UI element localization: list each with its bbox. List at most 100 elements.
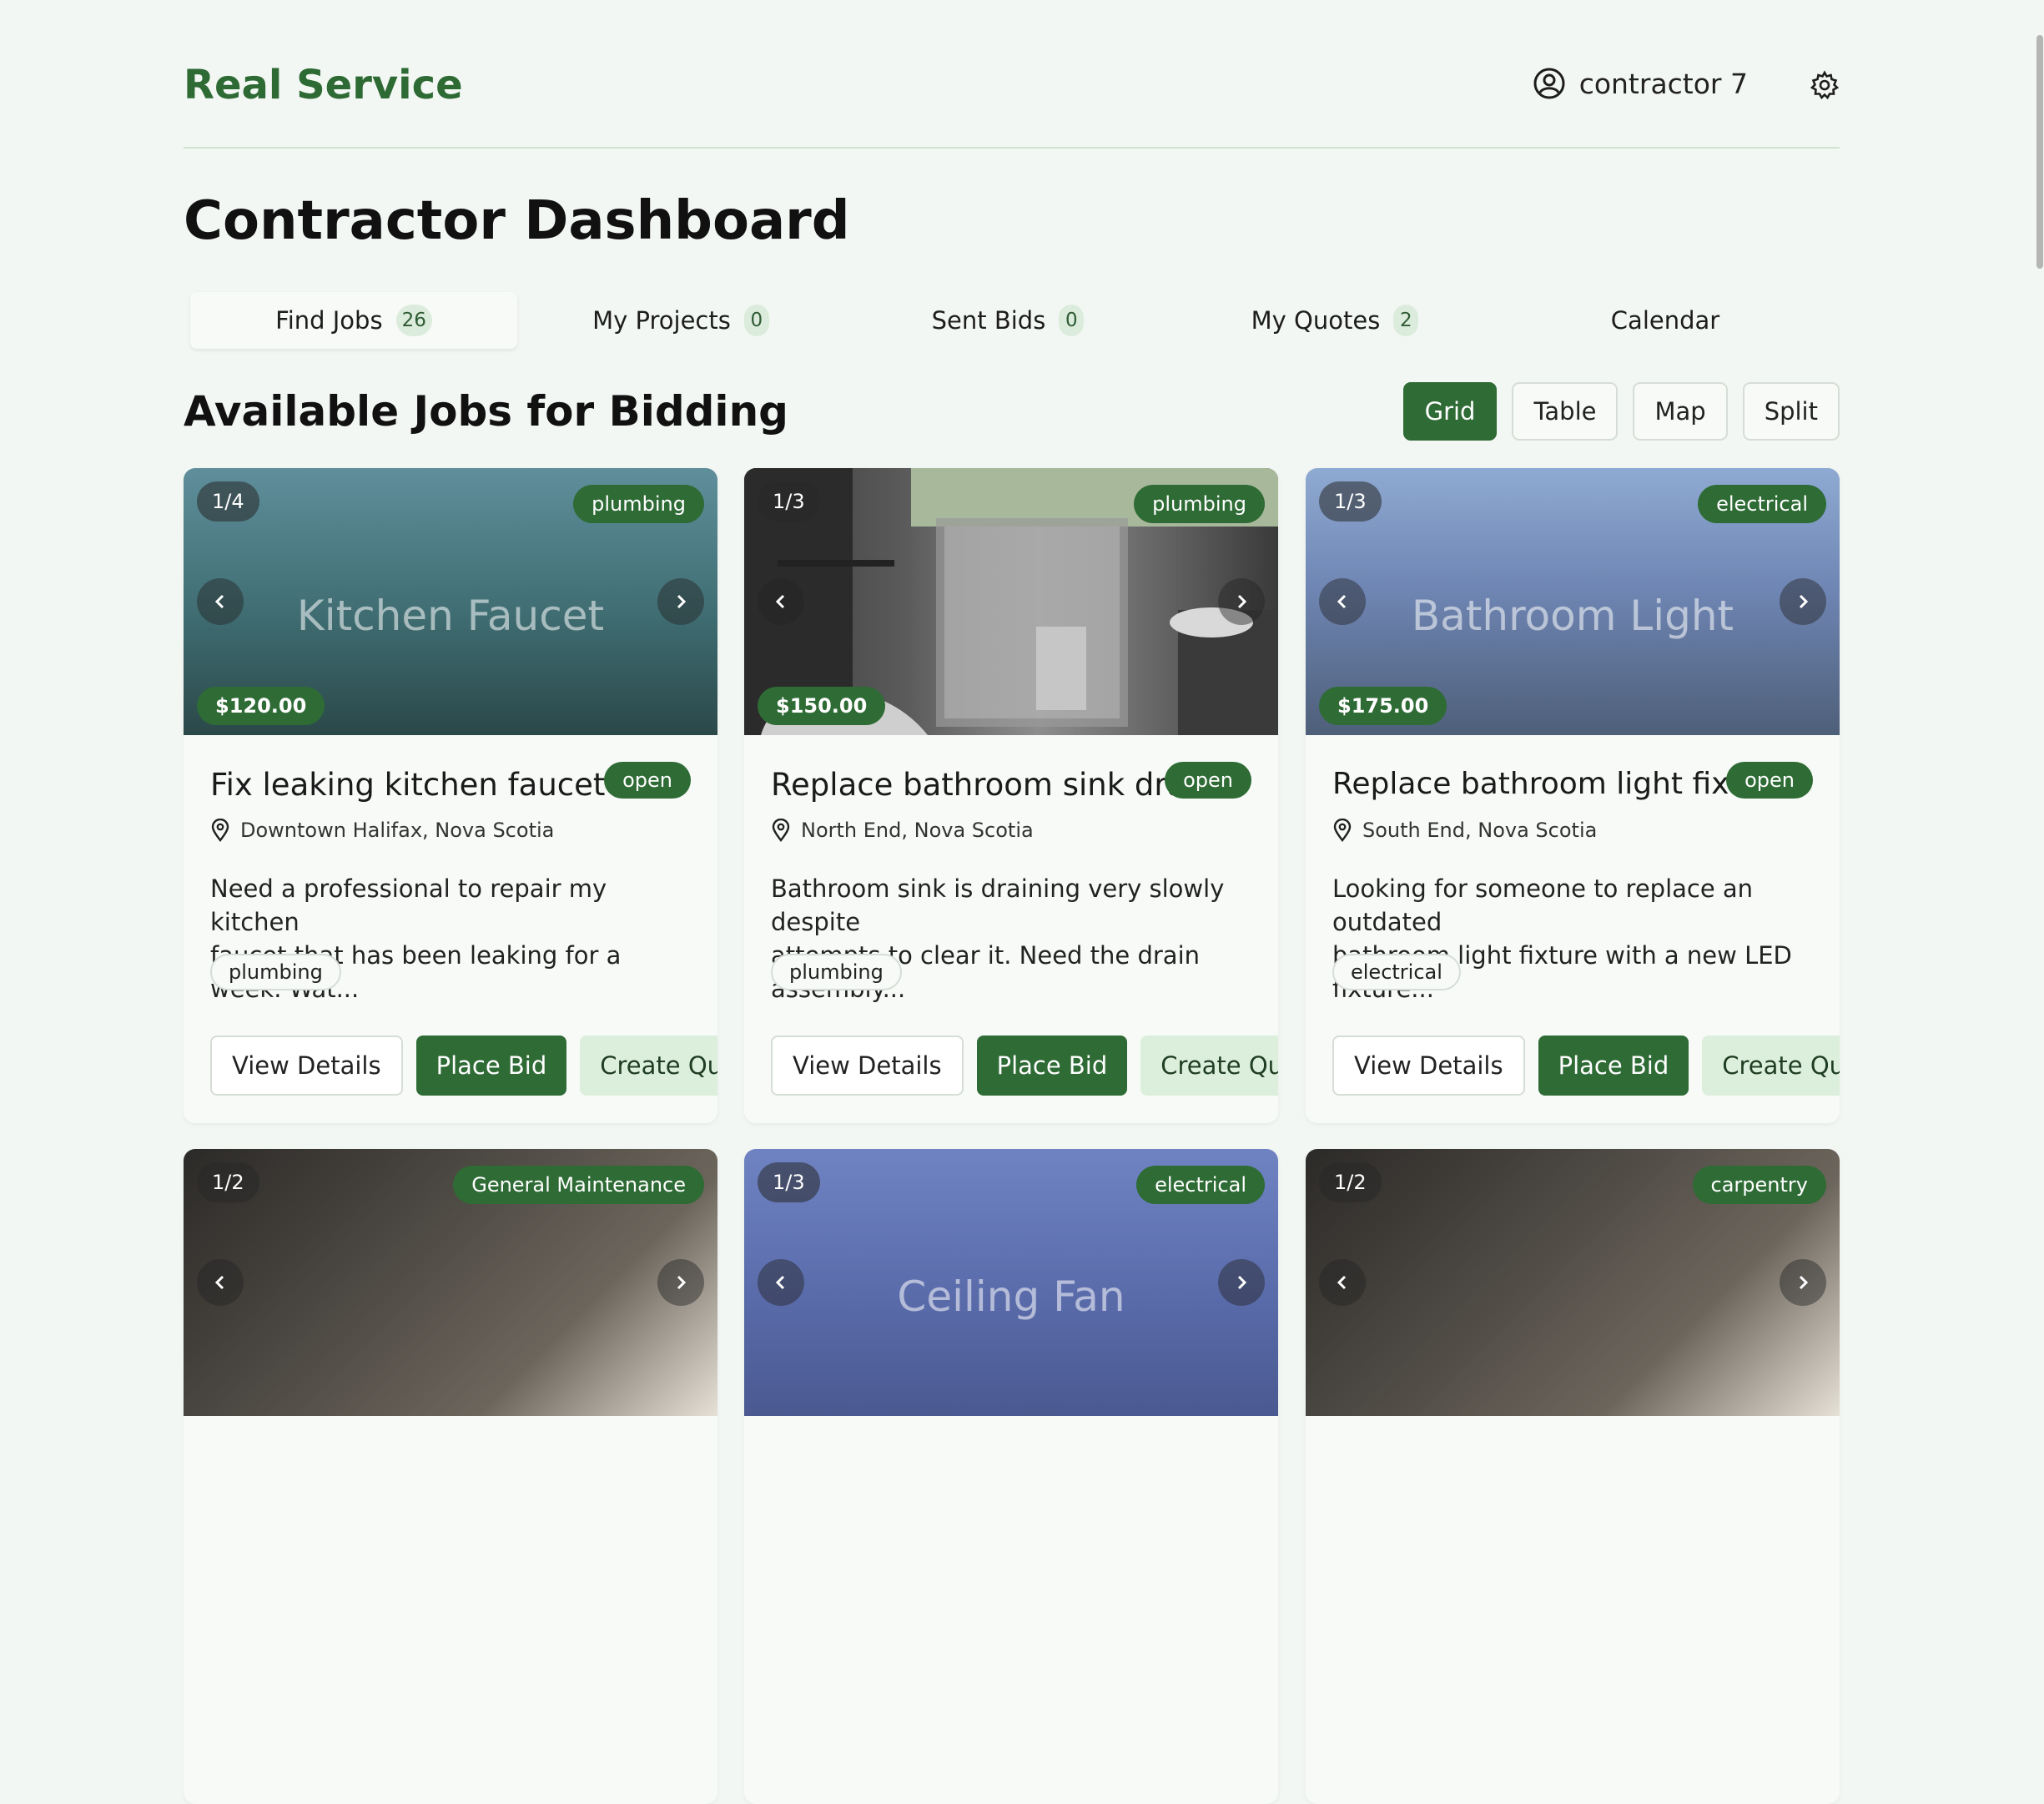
job-location: North End, Nova Scotia: [771, 819, 1034, 842]
prev-image-button[interactable]: [1319, 578, 1366, 625]
next-image-button[interactable]: [1780, 578, 1826, 625]
card-actions: View Details Place Bid Create Quote: [1332, 1036, 1840, 1096]
job-image: Ceiling Fan 1/3 electrical: [744, 1149, 1278, 1416]
gear-icon[interactable]: [1810, 70, 1840, 100]
category-badge: plumbing: [1134, 485, 1265, 523]
location-text: South End, Nova Scotia: [1362, 819, 1598, 842]
chevron-right-icon: [1799, 594, 1809, 609]
create-quote-button[interactable]: Create Quote: [1702, 1036, 1840, 1096]
tab-find-jobs[interactable]: Find Jobs 26: [190, 292, 517, 349]
scrollbar-thumb[interactable]: [2036, 35, 2043, 269]
price-badge: $120.00: [197, 687, 325, 725]
tab-label: Sent Bids: [931, 306, 1046, 335]
view-details-button[interactable]: View Details: [210, 1036, 403, 1096]
tabs: Find Jobs 26 My Projects 0 Sent Bids 0 M…: [184, 292, 1840, 350]
place-bid-button[interactable]: Place Bid: [976, 1036, 1128, 1096]
tab-my-projects[interactable]: My Projects 0: [517, 292, 844, 349]
tab-label: My Quotes: [1251, 306, 1381, 335]
tab-label: My Projects: [592, 306, 731, 335]
create-quote-button[interactable]: Create Quote: [1140, 1036, 1278, 1096]
image-counter: 1/2: [197, 1162, 259, 1202]
map-pin-icon: [211, 819, 229, 842]
place-bid-button[interactable]: Place Bid: [1538, 1036, 1689, 1096]
image-counter: 1/3: [758, 1162, 820, 1202]
category-tag: plumbing: [210, 954, 341, 990]
tab-label: Find Jobs: [275, 306, 383, 335]
image-counter: 1/3: [758, 481, 820, 522]
job-card: 1/3 plumbing $150.00 Replace bathroom si…: [744, 468, 1278, 1123]
view-map-button[interactable]: Map: [1633, 382, 1728, 441]
tab-label: Calendar: [1610, 306, 1720, 335]
tab-my-quotes[interactable]: My Quotes 2: [1171, 292, 1498, 349]
next-image-button[interactable]: [1218, 578, 1265, 625]
chevron-right-icon: [677, 1275, 687, 1290]
job-image: 1/3 plumbing $150.00: [744, 468, 1278, 735]
next-image-button[interactable]: [657, 1259, 704, 1306]
tab-calendar[interactable]: Calendar: [1498, 292, 1832, 349]
card-actions: View Details Place Bid Create Quote: [771, 1036, 1278, 1096]
chevron-right-icon: [1799, 1275, 1809, 1290]
chevron-left-icon: [775, 1275, 785, 1290]
category-badge: electrical: [1136, 1166, 1265, 1204]
tab-count-badge: 0: [743, 305, 769, 336]
prev-image-button[interactable]: [758, 578, 804, 625]
user-circle-icon: [1533, 68, 1565, 99]
prev-image-button[interactable]: [197, 578, 244, 625]
job-card: Bathroom Light 1/3 electrical $175.00 Re…: [1306, 468, 1840, 1123]
job-image: Kitchen Faucet 1/4 plumbing $120.00: [184, 468, 717, 735]
chevron-left-icon: [1337, 594, 1347, 609]
job-image: 1/2 carpentry: [1306, 1149, 1840, 1416]
job-location: Downtown Halifax, Nova Scotia: [210, 819, 554, 842]
section-title: Available Jobs for Bidding: [184, 387, 788, 436]
next-image-button[interactable]: [1780, 1259, 1826, 1306]
prev-image-button[interactable]: [197, 1259, 244, 1306]
category-tag: plumbing: [771, 954, 902, 990]
job-title: Replace bathroom sink drain: [771, 767, 1215, 803]
map-pin-icon: [1333, 819, 1352, 842]
price-badge: $175.00: [1319, 687, 1447, 725]
map-pin-icon: [772, 819, 790, 842]
job-location: South End, Nova Scotia: [1332, 819, 1597, 842]
description-line: Bathroom sink is draining very slowly de…: [771, 874, 1225, 936]
chevron-right-icon: [1237, 1275, 1247, 1290]
status-badge: open: [1165, 762, 1251, 799]
user-name: contractor 7: [1578, 67, 1748, 100]
page: Real Service contractor 7 Contractor Das…: [184, 0, 1840, 1804]
job-card: Kitchen Faucet 1/4 plumbing $120.00 Fix …: [184, 468, 717, 1123]
description-line: Need a professional to repair my kitchen: [210, 874, 607, 936]
chevron-right-icon: [677, 594, 687, 609]
tab-sent-bids[interactable]: Sent Bids 0: [844, 292, 1171, 349]
category-badge: carpentry: [1692, 1166, 1826, 1204]
category-tag: electrical: [1332, 954, 1461, 990]
image-placeholder-text: Bathroom Light: [1411, 592, 1734, 640]
job-card: 1/2 carpentry: [1306, 1149, 1840, 1804]
next-image-button[interactable]: [657, 578, 704, 625]
image-counter: 1/2: [1319, 1162, 1382, 1202]
image-placeholder-text: Ceiling Fan: [897, 1272, 1125, 1321]
view-grid-button[interactable]: Grid: [1402, 382, 1498, 441]
brand-logo[interactable]: Real Service: [184, 62, 463, 108]
location-text: Downtown Halifax, Nova Scotia: [240, 819, 555, 842]
prev-image-button[interactable]: [758, 1259, 804, 1306]
view-details-button[interactable]: View Details: [771, 1036, 964, 1096]
scrollbar-track[interactable]: [2034, 0, 2044, 1292]
view-split-button[interactable]: Split: [1742, 382, 1840, 441]
tab-count-badge: 0: [1059, 305, 1085, 336]
tab-count-badge: 26: [395, 305, 432, 336]
view-details-button[interactable]: View Details: [1332, 1036, 1525, 1096]
chevron-left-icon: [214, 1275, 224, 1290]
view-table-button[interactable]: Table: [1512, 382, 1619, 441]
job-card: Ceiling Fan 1/3 electrical: [744, 1149, 1278, 1804]
header: Real Service contractor 7: [184, 0, 1840, 149]
view-mode-switcher: Grid Table Map Split: [1402, 382, 1840, 441]
category-badge: electrical: [1698, 485, 1826, 523]
prev-image-button[interactable]: [1319, 1259, 1366, 1306]
image-counter: 1/4: [197, 481, 259, 522]
user-menu[interactable]: contractor 7: [1533, 67, 1748, 100]
job-title: Fix leaking kitchen faucet: [210, 767, 606, 803]
place-bid-button[interactable]: Place Bid: [415, 1036, 567, 1096]
next-image-button[interactable]: [1218, 1259, 1265, 1306]
job-title: Replace bathroom light fixture: [1332, 767, 1790, 801]
create-quote-button[interactable]: Create Quote: [580, 1036, 717, 1096]
chevron-left-icon: [214, 594, 224, 609]
